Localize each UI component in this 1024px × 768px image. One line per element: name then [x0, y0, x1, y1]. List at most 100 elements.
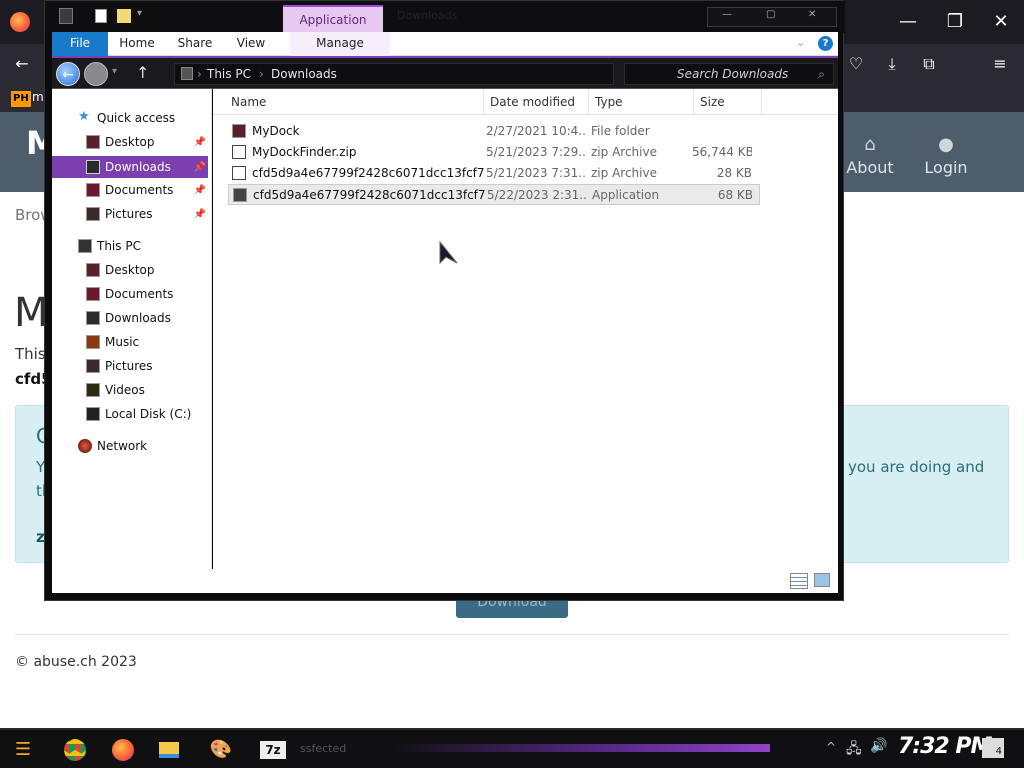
file-date: 2/27/2021 10:4... [486, 124, 586, 138]
details-view-icon[interactable] [790, 573, 808, 589]
recent-locations-icon[interactable]: ▾ [112, 66, 117, 77]
nav-quick-access[interactable]: ★ Quick access [52, 107, 208, 129]
search-placeholder: Search Downloads [677, 67, 789, 81]
nav-pc-local-disk[interactable]: Local Disk (C:) [52, 403, 208, 425]
search-icon[interactable]: ⌕ [818, 64, 825, 84]
breadcrumb-downloads[interactable]: Downloads [271, 64, 337, 84]
nav-qa-downloads[interactable]: Downloads 📌 [52, 156, 208, 178]
paint-icon[interactable]: 🎨 [204, 734, 238, 766]
nav-login-label: Login [924, 158, 968, 177]
file-row[interactable]: MyDock 2/27/2021 10:4... File folder [228, 121, 760, 142]
navigation-pane: ★ Quick access Desktop 📌 Downloads 📌 Doc… [52, 89, 212, 592]
file-row[interactable]: MyDockFinder.zip 5/21/2023 7:29... zip A… [228, 142, 760, 163]
desktop-icon [86, 135, 100, 149]
volume-icon[interactable]: 🔊 [870, 738, 887, 754]
back-arrow-icon[interactable]: ← [10, 52, 34, 76]
application-tools-tab[interactable]: Application Tools [283, 5, 383, 53]
menu-icon[interactable]: ≡ [988, 52, 1012, 76]
new-folder-icon[interactable] [117, 9, 131, 23]
close-button[interactable]: ✕ [981, 8, 1021, 36]
explorer-minimize-button[interactable]: — [722, 9, 732, 20]
nav-pc-documents[interactable]: Documents [52, 283, 208, 305]
7zip-icon[interactable]: 7z [256, 734, 290, 766]
tray-chevron-icon[interactable]: ^ [826, 740, 836, 754]
nav-label: This PC [97, 239, 141, 253]
file-name: cfd5d9a4e67799f2428c6071dcc13fcf726f49..… [253, 188, 485, 202]
videos-icon [86, 383, 100, 397]
help-icon[interactable]: ? [818, 36, 833, 51]
start-icon[interactable]: ☰ [6, 734, 40, 766]
tab-home[interactable]: Home [112, 32, 162, 56]
pocket-icon[interactable]: ♡ [844, 52, 868, 76]
pictures-icon [86, 207, 100, 221]
nav-pc-downloads[interactable]: Downloads [52, 307, 208, 329]
nav-pc-desktop[interactable]: Desktop [52, 259, 208, 281]
nav-pc-music[interactable]: Music [52, 331, 208, 353]
nav-login[interactable]: ● Login [918, 132, 974, 177]
ribbon-expand-icon[interactable]: ⌄ [796, 36, 805, 49]
forward-button[interactable] [84, 62, 108, 86]
downloads-icon [86, 311, 100, 325]
nav-label: Network [97, 439, 148, 453]
column-date-modified[interactable]: Date modified [484, 89, 589, 115]
chrome-icon[interactable] [58, 734, 92, 766]
nav-network[interactable]: Network [52, 435, 208, 457]
column-type[interactable]: Type [589, 89, 694, 115]
column-name[interactable]: Name [225, 89, 484, 115]
nav-about[interactable]: ⌂ About [842, 132, 898, 177]
network-tray-icon[interactable]: 🖧 [846, 738, 862, 762]
tab-manage[interactable]: Manage [290, 32, 390, 56]
nav-label: Downloads [105, 160, 171, 174]
explorer-close-button[interactable]: ✕ [808, 9, 816, 20]
address-bar[interactable]: › This PC › Downloads [174, 63, 614, 85]
up-arrow-icon[interactable]: ↑ [136, 63, 149, 82]
file-name: MyDock [252, 124, 300, 138]
minimize-button[interactable]: — [888, 8, 928, 36]
notification-center-icon[interactable]: 4 [982, 738, 1004, 758]
search-input[interactable]: Search Downloads ⌕ [624, 63, 834, 85]
pc-icon [181, 67, 193, 80]
pin-icon: 📌 [193, 137, 206, 148]
file-type: zip Archive [591, 145, 657, 159]
properties-icon[interactable] [95, 9, 107, 23]
firefox-icon [10, 12, 30, 32]
explorer-maximize-button[interactable]: ▢ [766, 9, 775, 20]
breadcrumb-this-pc[interactable]: This PC [207, 64, 251, 84]
nav-qa-pictures[interactable]: Pictures 📌 [52, 203, 208, 225]
maximize-button[interactable]: ❐ [935, 8, 975, 36]
bookmark-favicon[interactable]: PH [11, 91, 31, 107]
extensions-icon[interactable]: ⧉ [917, 52, 941, 76]
nav-qa-documents[interactable]: Documents 📌 [52, 179, 208, 201]
file-explorer-taskbar-icon[interactable] [152, 734, 186, 766]
back-button[interactable]: ← [56, 62, 80, 86]
alert-text-right: you are doing and [848, 458, 985, 476]
user-icon: ● [938, 134, 954, 155]
tab-share[interactable]: Share [170, 32, 220, 56]
nav-pc-videos[interactable]: Videos [52, 379, 208, 401]
breadcrumb-separator: › [259, 67, 264, 81]
nav-this-pc[interactable]: This PC [52, 235, 208, 257]
file-row-selected[interactable]: cfd5d9a4e67799f2428c6071dcc13fcf726f49..… [228, 184, 760, 205]
quick-access-dropdown-icon[interactable]: ▾ [137, 8, 142, 19]
large-icons-view-icon[interactable] [814, 573, 830, 587]
nav-label: Music [105, 335, 140, 349]
file-row[interactable]: cfd5d9a4e67799f2428c6071dcc13fcf726f49..… [228, 163, 760, 184]
ribbon-tabs: File Home Share View Manage ⌄ ? [52, 32, 838, 56]
nav-pc-pictures[interactable]: Pictures [52, 355, 208, 377]
column-size[interactable]: Size [694, 89, 762, 115]
nav-label: Videos [105, 383, 145, 397]
clock[interactable]: 7:32 PM [898, 734, 992, 759]
nav-qa-desktop[interactable]: Desktop 📌 [52, 131, 208, 153]
file-name: cfd5d9a4e67799f2428c6071dcc13fcf726f49..… [252, 166, 484, 180]
nav-label: Documents [105, 183, 174, 197]
tab-view[interactable]: View [226, 32, 276, 56]
file-type: Application [592, 188, 660, 202]
firefox-taskbar-icon[interactable] [106, 734, 140, 766]
download-icon[interactable]: ⤓ [880, 52, 904, 76]
pin-icon: 📌 [193, 209, 206, 220]
tab-file[interactable]: File [52, 32, 108, 56]
file-size: 28 KB [716, 166, 752, 180]
nav-label: Pictures [105, 359, 153, 373]
nav-label: Local Disk (C:) [105, 407, 192, 421]
file-type: zip Archive [591, 166, 657, 180]
